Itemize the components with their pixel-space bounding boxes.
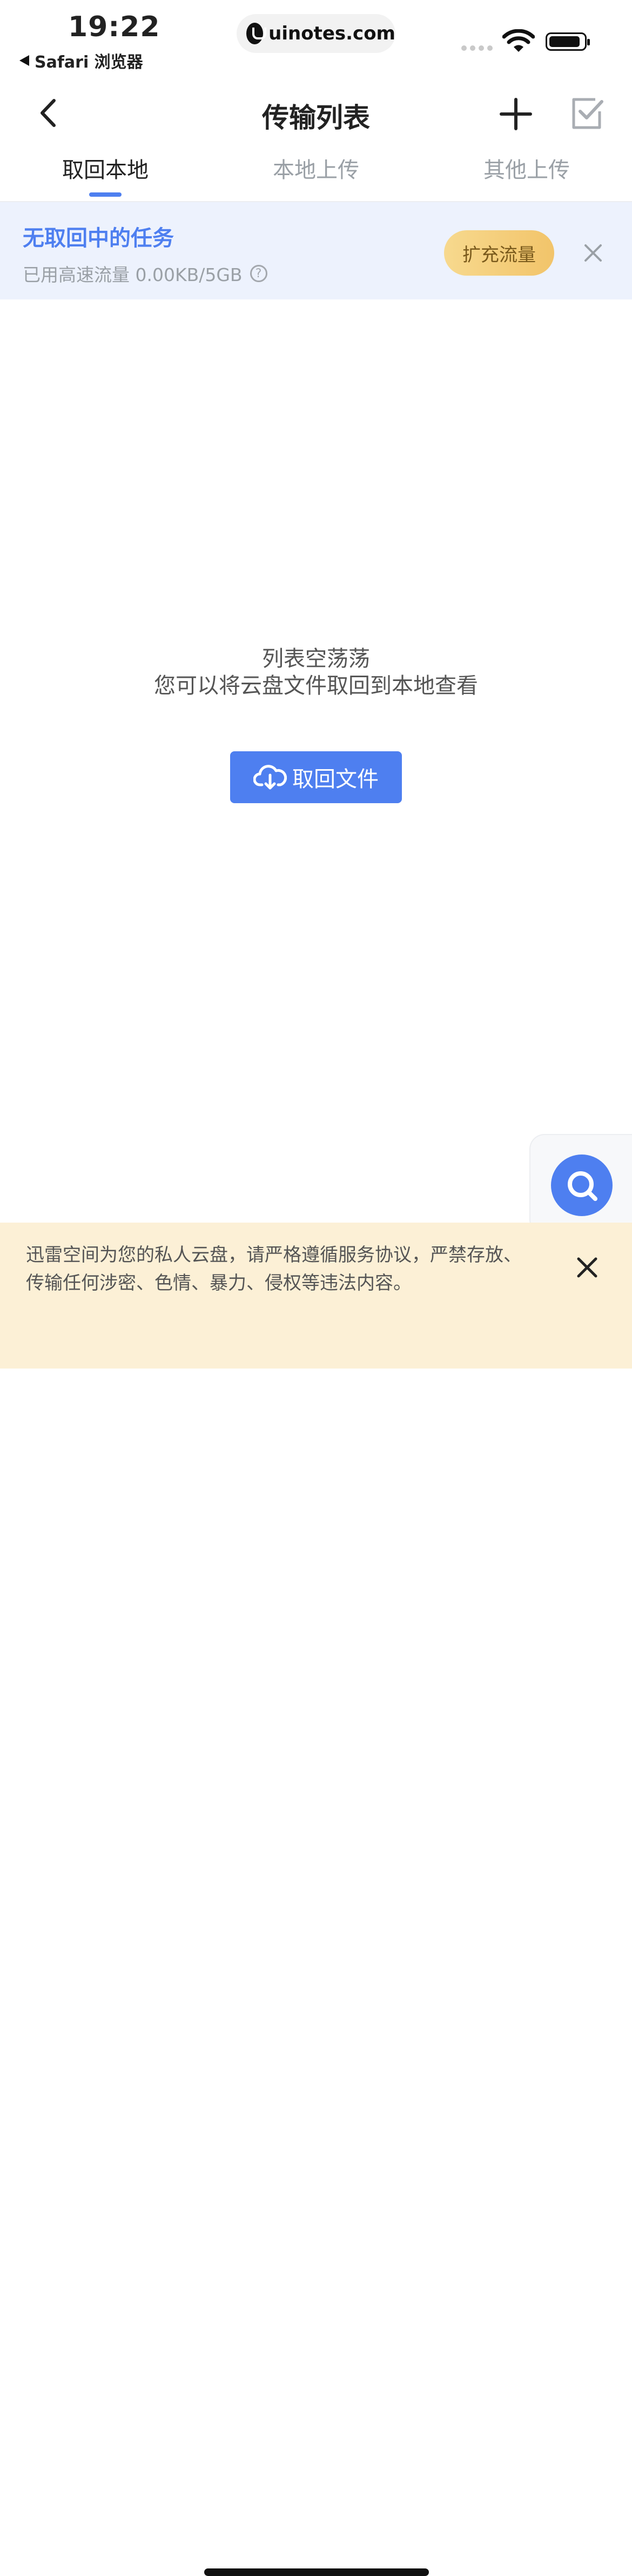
plus-icon[interactable] xyxy=(497,95,535,133)
floating-search-panel xyxy=(530,1135,632,1233)
cellular-signal-icon xyxy=(461,45,493,51)
tab-local-upload[interactable]: 本地上传 xyxy=(211,152,421,184)
cloud-download-icon xyxy=(253,765,287,790)
floating-search-button[interactable] xyxy=(551,1154,613,1216)
notice-text: 迅雷空间为您的私人云盘，请严格遵循服务协议，严禁存放、传输任何涉密、色情、暴力、… xyxy=(26,1244,522,1294)
retrieve-files-button[interactable]: 取回文件 xyxy=(230,751,402,803)
banner-subtitle: 已用高速流量 0.00KB/5GB ? xyxy=(23,261,267,286)
status-bar: 19:22 Safari 浏览器 uinotes.com xyxy=(0,0,632,81)
traffic-banner: 无取回中的任务 已用高速流量 0.00KB/5GB ? 扩充流量 xyxy=(0,202,632,299)
nav-bar: 传输列表 xyxy=(0,81,632,145)
back-app-label: Safari 浏览器 xyxy=(35,53,143,72)
search-icon xyxy=(568,1171,597,1201)
page-title: 传输列表 xyxy=(262,102,370,134)
back-to-safari-link[interactable]: Safari 浏览器 xyxy=(19,49,143,72)
banner-title: 无取回中的任务 xyxy=(23,226,174,251)
site-logo-icon xyxy=(246,23,267,44)
traffic-usage-text: 已用高速流量 0.00KB/5GB xyxy=(23,264,243,285)
help-icon[interactable]: ? xyxy=(250,265,267,282)
checkbox-check-icon[interactable] xyxy=(568,95,606,133)
home-indicator xyxy=(204,2568,429,2576)
back-triangle-icon xyxy=(19,55,29,66)
url-pill[interactable]: uinotes.com xyxy=(237,14,395,53)
empty-state-description: 您可以将云盘文件取回到本地查看 xyxy=(154,673,478,698)
tab-other-upload[interactable]: 其他上传 xyxy=(421,152,632,184)
wifi-icon xyxy=(502,29,535,52)
close-icon[interactable] xyxy=(582,242,604,264)
retrieve-files-label: 取回文件 xyxy=(292,767,379,792)
expand-traffic-button[interactable]: 扩充流量 xyxy=(444,230,554,276)
status-time: 19:22 xyxy=(68,11,160,43)
url-text: uinotes.com xyxy=(268,23,395,44)
tab-retrieve-local[interactable]: 取回本地 xyxy=(0,152,211,184)
legal-notice: 迅雷空间为您的私人云盘，请严格遵循服务协议，严禁存放、传输任何涉密、色情、暴力、… xyxy=(0,1223,632,2576)
notice-close-icon[interactable] xyxy=(576,1256,599,1279)
tab-active-indicator xyxy=(89,192,122,197)
battery-icon xyxy=(546,32,590,51)
tab-bar: 取回本地 本地上传 其他上传 xyxy=(0,145,632,202)
chevron-left-icon[interactable] xyxy=(32,95,68,131)
